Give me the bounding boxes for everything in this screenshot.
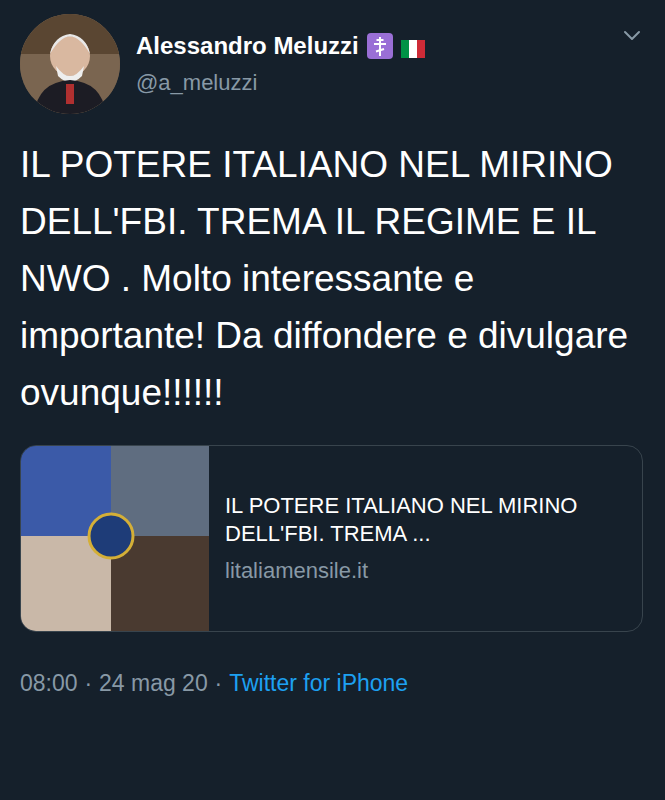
- meta-separator: ·: [84, 666, 92, 701]
- author-handle[interactable]: @a_meluzzi: [136, 69, 605, 98]
- tweet-text: IL POTERE ITALIANO NEL MIRINO DELL'FBI. …: [20, 136, 643, 421]
- tweet-date[interactable]: 24 mag 20: [99, 666, 208, 701]
- link-card-domain[interactable]: litaliamensile.it: [225, 557, 626, 586]
- link-card-body: IL POTERE ITALIANO NEL MIRINO DELL'FBI. …: [209, 446, 642, 631]
- tweet-meta: 08:00·24 mag 20·Twitter for iPhone: [20, 666, 643, 711]
- link-card-image[interactable]: [21, 446, 209, 631]
- author-name-row: Alessandro Meluzzi: [136, 31, 605, 61]
- chevron-down-icon[interactable]: [621, 22, 643, 44]
- avatar-icon[interactable]: [20, 14, 120, 114]
- tweet-header: Alessandro Meluzzi @a_meluzzi: [20, 14, 643, 114]
- link-card-title[interactable]: IL POTERE ITALIANO NEL MIRINO DELL'FBI. …: [225, 492, 626, 549]
- orthodox-cross-icon: [367, 33, 393, 59]
- author-name[interactable]: Alessandro Meluzzi: [136, 31, 359, 61]
- link-card[interactable]: IL POTERE ITALIANO NEL MIRINO DELL'FBI. …: [20, 445, 643, 632]
- meta-separator: ·: [215, 666, 223, 701]
- tweet-time[interactable]: 08:00: [20, 666, 78, 701]
- italy-flag-icon: [401, 37, 425, 55]
- tweet-source[interactable]: Twitter for iPhone: [229, 666, 408, 701]
- tweet: Alessandro Meluzzi @a_meluzzi IL POTERE IT…: [0, 0, 665, 711]
- author-info: Alessandro Meluzzi @a_meluzzi: [136, 31, 605, 98]
